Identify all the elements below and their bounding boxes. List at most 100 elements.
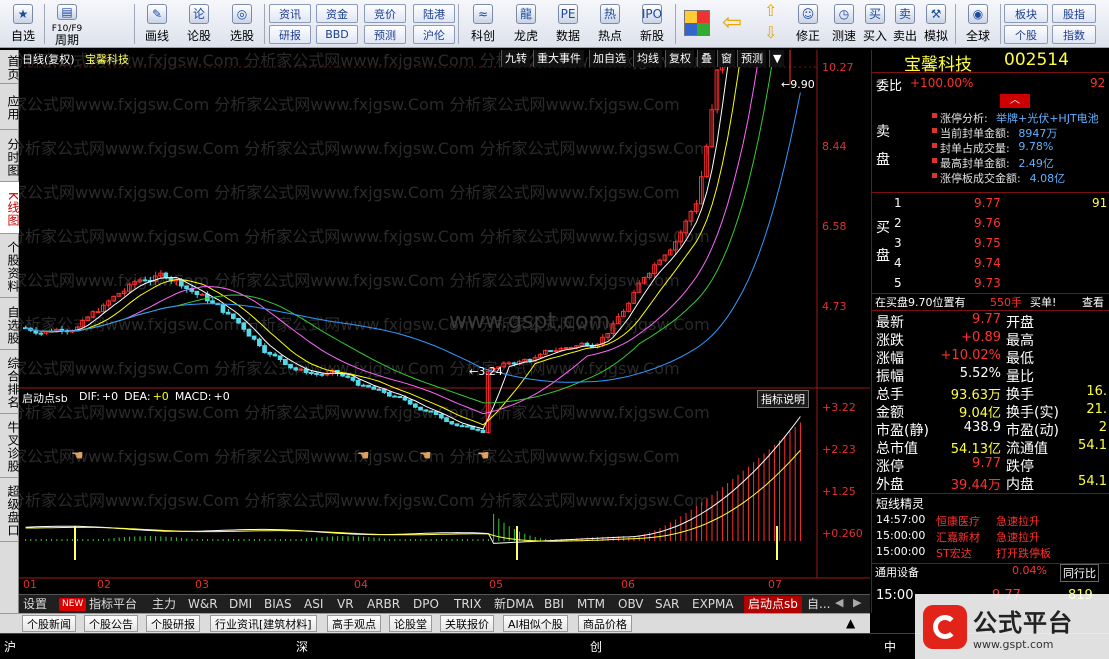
- quick-3-button[interactable]: 陆港: [413, 4, 455, 23]
- indicator-tab-10[interactable]: DPO: [413, 596, 439, 613]
- indicator-tab-2[interactable]: 指标平台: [89, 596, 137, 613]
- leftnav-item-0[interactable]: 首页: [0, 50, 20, 84]
- indicator-values: DIF: +0 DEA: +0 MACD: +0: [79, 390, 236, 403]
- industry-compare-button[interactable]: 同行比: [1060, 564, 1099, 582]
- quick-6-button[interactable]: 预测: [364, 25, 406, 44]
- toolbar-kechuang-button[interactable]: ≈ 科创: [461, 0, 505, 48]
- chart-tab-8[interactable]: ▼: [769, 50, 785, 67]
- indicator-tab-17[interactable]: EXPMA: [692, 596, 734, 613]
- toolbar-label: 卖出: [892, 29, 917, 43]
- toolbar-xingu-button[interactable]: IPO 新股: [632, 0, 672, 48]
- collapse-up-icon[interactable]: ︿: [1000, 94, 1030, 108]
- leftnav-item-5[interactable]: 自选股: [0, 298, 20, 350]
- leftnav-item-2[interactable]: 分时图: [0, 130, 20, 182]
- logo-url: www.gspt.com: [973, 637, 1054, 651]
- toolbar-zixuan-button[interactable]: ★ 自选: [4, 0, 42, 48]
- indicator-tab-18[interactable]: 启动点sb: [744, 596, 802, 613]
- chart-tab-0[interactable]: 九转: [501, 50, 530, 67]
- news-tab-6[interactable]: 关联报价: [440, 615, 494, 632]
- indicator-tab-3[interactable]: 主力: [152, 596, 176, 613]
- indicator-help-button[interactable]: 指标说明: [757, 390, 809, 408]
- indicator-tab-15[interactable]: OBV: [618, 596, 644, 613]
- toolbar-xiuzheng-button[interactable]: ☺ 修正: [790, 0, 826, 48]
- tabs-scroll-left-icon[interactable]: ◀: [835, 596, 843, 609]
- quick-10-button[interactable]: 个股: [1004, 25, 1048, 44]
- status-sz[interactable]: 深: [296, 638, 308, 655]
- kline-chart-area[interactable]: 分析家公式网www.fxjgsw.Com 分析家公式网www.fxjgsw.Co…: [19, 50, 870, 594]
- indicator-tab-14[interactable]: MTM: [577, 596, 605, 613]
- toolbar-redian-button[interactable]: 热热点: [590, 0, 630, 48]
- leftnav-item-6[interactable]: 综合排名: [0, 350, 20, 414]
- quick-9-button[interactable]: 股指: [1052, 4, 1096, 23]
- status-sh[interactable]: 沪: [4, 638, 16, 655]
- news-tab-3[interactable]: 行业资讯[建筑材料]: [210, 615, 317, 632]
- indicator-tab-9[interactable]: ARBR: [367, 596, 400, 613]
- status-cy[interactable]: 创: [590, 638, 602, 655]
- quick-0-button[interactable]: 资讯: [269, 4, 311, 23]
- back-arrow-icon[interactable]: ⇦: [722, 10, 742, 34]
- quote-key: 外盘: [876, 477, 904, 493]
- chart-tab-6[interactable]: 窗: [717, 50, 735, 67]
- kline-chart-svg[interactable]: 分析家公式网www.fxjgsw.Com 分析家公式网www.fxjgsw.Co…: [19, 50, 870, 594]
- news-tab-5[interactable]: 论股堂: [389, 615, 432, 632]
- toolbar-huaxian-button[interactable]: ✎ 画线: [138, 0, 176, 48]
- down-arrow-icon[interactable]: ⇩: [764, 24, 777, 42]
- indicator-tab-11[interactable]: TRIX: [454, 596, 481, 613]
- chart-tab-7[interactable]: 预测: [737, 50, 766, 67]
- news-tab-2[interactable]: 个股研报: [146, 615, 200, 632]
- toolbar-zhouqi-button[interactable]: ▤ 周期 F10/F9: [46, 0, 88, 48]
- quote-key-2: 跌停: [1006, 459, 1034, 475]
- leftnav-item-1[interactable]: 应用: [0, 84, 20, 130]
- chart-tab-1[interactable]: 重大事件: [533, 50, 584, 67]
- indicator-tab-7[interactable]: ASI: [304, 596, 323, 613]
- indicator-tab-19[interactable]: 自...: [807, 596, 830, 613]
- leftnav-item-4[interactable]: 个股资料: [0, 234, 20, 298]
- watermark-text: 分析家公式网www.fxjgsw.Com 分析家公式网www.fxjgsw.Co…: [19, 95, 680, 114]
- up-arrow-icon[interactable]: ⇧: [764, 2, 777, 20]
- toolbar-mairu-button[interactable]: 买买入: [860, 0, 890, 48]
- queue-view-link[interactable]: 查看: [1082, 294, 1104, 310]
- quick-11-button[interactable]: 指数: [1052, 25, 1096, 44]
- quick-5-button[interactable]: BBD: [316, 25, 358, 44]
- indicator-tab-6[interactable]: BIAS: [264, 596, 292, 613]
- quick-8-button[interactable]: 板块: [1004, 4, 1048, 23]
- indicator-tab-16[interactable]: SAR: [655, 596, 679, 613]
- toolbar-moni-button[interactable]: ⚒ 模拟: [920, 0, 952, 48]
- indicator-tab-8[interactable]: VR: [337, 596, 354, 613]
- bid-level: 3: [894, 236, 902, 250]
- indicator-tab-12[interactable]: 新DMA: [494, 596, 534, 613]
- leftnav-item-7[interactable]: 牛叉诊股: [0, 414, 20, 478]
- indicator-tab-13[interactable]: BBI: [544, 596, 564, 613]
- indicator-tab-0[interactable]: 设置: [23, 596, 47, 613]
- chart-tab-5[interactable]: 叠: [697, 50, 715, 67]
- chart-tab-2[interactable]: 加自选: [589, 50, 629, 67]
- indicator-tab-4[interactable]: W&R: [188, 596, 218, 613]
- toolbar-xuangu-button[interactable]: ◎ 选股: [222, 0, 262, 48]
- toolbar-lunbao-button[interactable]: 论论股: [180, 0, 218, 48]
- news-tab-7[interactable]: AI相似个股: [503, 615, 568, 632]
- indicator-tab-1[interactable]: NEW: [59, 598, 87, 611]
- toolbar-quanqiu-button[interactable]: ◉ 全球: [958, 0, 998, 48]
- tabs-scroll-right-icon[interactable]: ▶: [853, 596, 861, 609]
- status-right[interactable]: 中: [884, 638, 896, 655]
- quick-2-button[interactable]: 竞价: [364, 4, 406, 23]
- quick-4-button[interactable]: 研报: [269, 25, 311, 44]
- toolbar-cesuan-button[interactable]: ◷ 测速: [826, 0, 862, 48]
- news-tab-0[interactable]: 个股新闻: [22, 615, 76, 632]
- news-tab-8[interactable]: 商品价格: [578, 615, 632, 632]
- toolbar-longhu-button[interactable]: 龍龙虎: [506, 0, 546, 48]
- chart-tab-4[interactable]: 复权: [665, 50, 694, 67]
- toolbar-maichu-button[interactable]: 卖卖出: [890, 0, 920, 48]
- quick-1-button[interactable]: 资金: [316, 4, 358, 23]
- news-expand-icon[interactable]: ▲: [846, 616, 855, 630]
- leftnav-item-8[interactable]: 超级盘口: [0, 478, 20, 542]
- toolbar-shuju-button[interactable]: PE 数据: [548, 0, 588, 48]
- news-tab-4[interactable]: 高手观点: [327, 615, 381, 632]
- leftnav-item-3[interactable]: K线图: [0, 182, 20, 234]
- indicator-tab-5[interactable]: DMI: [229, 596, 252, 613]
- color-grid-icon[interactable]: [684, 10, 710, 36]
- chart-tab-3[interactable]: 均线: [633, 50, 662, 67]
- candle-body: [283, 359, 288, 366]
- news-tab-1[interactable]: 个股公告: [84, 615, 138, 632]
- quick-7-button[interactable]: 沪伦: [413, 25, 455, 44]
